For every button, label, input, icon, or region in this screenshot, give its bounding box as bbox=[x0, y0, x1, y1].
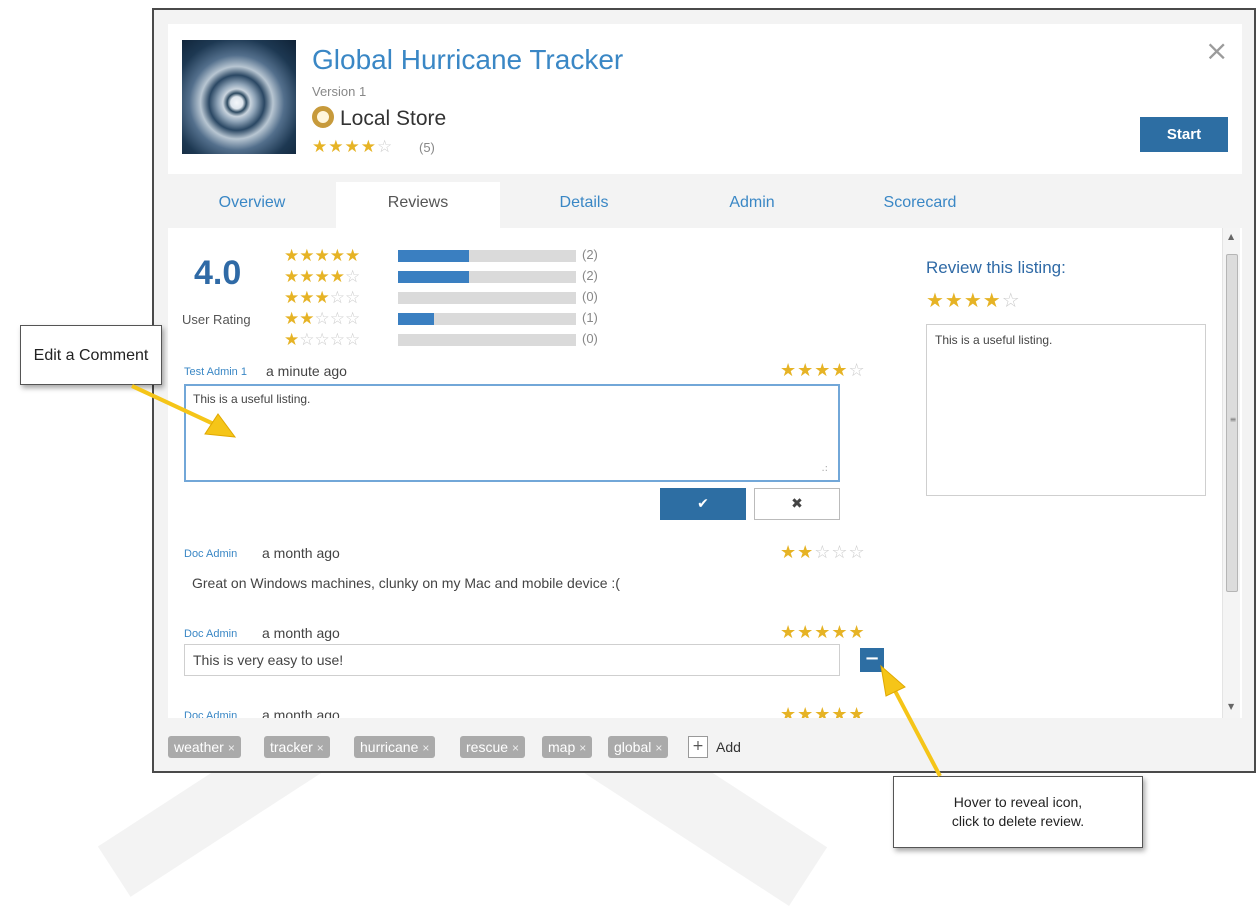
tag-label: hurricane bbox=[360, 739, 419, 755]
review-stars: ★★★★☆ bbox=[780, 360, 866, 381]
review-time: a month ago bbox=[262, 707, 340, 718]
tag-weather[interactable]: weather × bbox=[168, 736, 241, 758]
rating-bar-fill bbox=[398, 271, 470, 283]
edit-comment-text: This is a useful listing. bbox=[193, 392, 311, 406]
tag-remove-icon[interactable]: × bbox=[655, 741, 662, 755]
review-text: Great on Windows machines, clunky on my … bbox=[192, 575, 620, 591]
tag-tracker[interactable]: tracker × bbox=[264, 736, 330, 758]
review-author[interactable]: Doc Admin bbox=[184, 710, 237, 718]
star-icon: ★☆☆☆☆ bbox=[284, 330, 361, 350]
average-rating: 4.0 bbox=[194, 254, 242, 292]
listing-header: Global Hurricane Tracker Version 1 Local… bbox=[168, 24, 1242, 174]
rating-count: (0) bbox=[582, 331, 598, 346]
rating-bar-fill bbox=[398, 250, 470, 262]
user-rating-label: User Rating bbox=[182, 312, 251, 327]
rating-count: (2) bbox=[582, 247, 598, 262]
rating-bar bbox=[398, 271, 576, 283]
scrollbar-thumb[interactable]: ≡ bbox=[1226, 254, 1238, 592]
edit-comment-textarea[interactable]: This is a useful listing. .: bbox=[184, 384, 840, 482]
star-icon: ★★★★☆ bbox=[284, 267, 361, 287]
star-icon: ★★☆☆☆ bbox=[284, 309, 361, 329]
resize-grip-icon[interactable]: .: bbox=[821, 463, 828, 474]
star-icon: ★★★☆☆ bbox=[284, 288, 361, 308]
tag-remove-icon[interactable]: × bbox=[422, 741, 429, 755]
tab-details[interactable]: Details bbox=[500, 182, 668, 228]
review-author[interactable]: Doc Admin bbox=[184, 548, 237, 560]
star-icon: ★★★★★ bbox=[284, 246, 361, 266]
tag-label: weather bbox=[174, 739, 224, 755]
listing-title: Global Hurricane Tracker bbox=[312, 44, 624, 75]
review-form-stars[interactable]: ★★★★☆ bbox=[926, 288, 1021, 312]
tag-global[interactable]: global × bbox=[608, 736, 669, 758]
grip-icon: ≡ bbox=[1229, 415, 1237, 424]
review-stars: ★★★★★ bbox=[780, 704, 866, 718]
review-text: This is very easy to use! bbox=[193, 652, 344, 668]
edit-comment-callout: Edit a Comment bbox=[20, 325, 162, 385]
listing-version: Version 1 bbox=[312, 84, 367, 99]
reviews-panel: 4.0 User Rating ★★★★★ (2) ★★★★☆ (2) ★★★☆… bbox=[168, 228, 1242, 718]
save-edit-button[interactable]: ✔ bbox=[660, 488, 746, 520]
cancel-edit-button[interactable]: ✖ bbox=[754, 488, 840, 520]
delete-review-callout: Hover to reveal icon, click to delete re… bbox=[893, 776, 1143, 848]
tag-label: global bbox=[614, 739, 652, 755]
delete-review-button[interactable]: − bbox=[860, 648, 884, 672]
review-time: a month ago bbox=[262, 545, 340, 561]
tag-remove-icon[interactable]: × bbox=[317, 741, 324, 755]
review-form-heading: Review this listing: bbox=[926, 258, 1066, 277]
review-form-text: This is a useful listing. bbox=[935, 333, 1053, 347]
local-store-icon bbox=[312, 106, 334, 128]
rating-bar bbox=[398, 250, 576, 262]
star-icon: ★★★★ bbox=[312, 137, 377, 157]
close-icon[interactable]: × bbox=[1205, 34, 1228, 67]
tag-label: rescue bbox=[466, 739, 509, 755]
review-stars: ★★☆☆☆ bbox=[780, 542, 866, 563]
rating-bar bbox=[398, 292, 576, 304]
review-stars: ★★★★★ bbox=[780, 622, 866, 643]
tab-overview[interactable]: Overview bbox=[168, 182, 336, 228]
scroll-down-icon[interactable]: ▼ bbox=[1228, 702, 1234, 711]
scroll-up-icon[interactable]: ▲ bbox=[1228, 232, 1234, 241]
rating-count: (0) bbox=[582, 289, 598, 304]
add-tag-button[interactable]: + bbox=[688, 736, 708, 758]
callout-line: click to delete review. bbox=[951, 813, 1085, 829]
callout-line: Hover to reveal icon, bbox=[953, 794, 1083, 810]
start-button[interactable]: Start bbox=[1140, 117, 1228, 152]
rating-count: (2) bbox=[582, 268, 598, 283]
tag-hurricane[interactable]: hurricane × bbox=[354, 736, 436, 758]
tab-reviews[interactable]: Reviews bbox=[336, 182, 500, 228]
tab-admin[interactable]: Admin bbox=[668, 182, 836, 228]
tag-remove-icon[interactable]: × bbox=[228, 741, 235, 755]
tag-label: map bbox=[548, 739, 576, 755]
rating-count: (1) bbox=[582, 310, 598, 325]
listing-rating-count: (5) bbox=[419, 140, 435, 155]
tag-label: tracker bbox=[270, 739, 313, 755]
review-time: a month ago bbox=[262, 625, 340, 641]
review-author[interactable]: Doc Admin bbox=[184, 628, 237, 640]
add-tag-label[interactable]: Add bbox=[716, 739, 741, 755]
reviews-scrollbar[interactable]: ▲ ≡ ▼ bbox=[1222, 228, 1240, 718]
tab-scorecard[interactable]: Scorecard bbox=[836, 182, 1004, 228]
listing-thumbnail bbox=[182, 40, 296, 154]
tag-rescue[interactable]: rescue × bbox=[460, 736, 526, 758]
tag-remove-icon[interactable]: × bbox=[512, 741, 519, 755]
tag-map[interactable]: map × bbox=[542, 736, 593, 758]
tag-remove-icon[interactable]: × bbox=[579, 741, 586, 755]
store-name: Local Store bbox=[340, 107, 447, 130]
rating-bar bbox=[398, 334, 576, 346]
review-time: a minute ago bbox=[266, 363, 347, 379]
rating-bar-fill bbox=[398, 313, 434, 325]
listing-rating-stars: ★★★★☆ bbox=[312, 137, 393, 157]
review-hover-row[interactable]: This is very easy to use! bbox=[184, 644, 840, 676]
star-outline-icon: ☆ bbox=[376, 137, 394, 157]
review-author[interactable]: Test Admin 1 bbox=[184, 366, 247, 378]
listing-dialog: Global Hurricane Tracker Version 1 Local… bbox=[152, 8, 1256, 773]
review-form-textarea[interactable]: This is a useful listing. bbox=[926, 324, 1206, 496]
rating-bar bbox=[398, 313, 576, 325]
